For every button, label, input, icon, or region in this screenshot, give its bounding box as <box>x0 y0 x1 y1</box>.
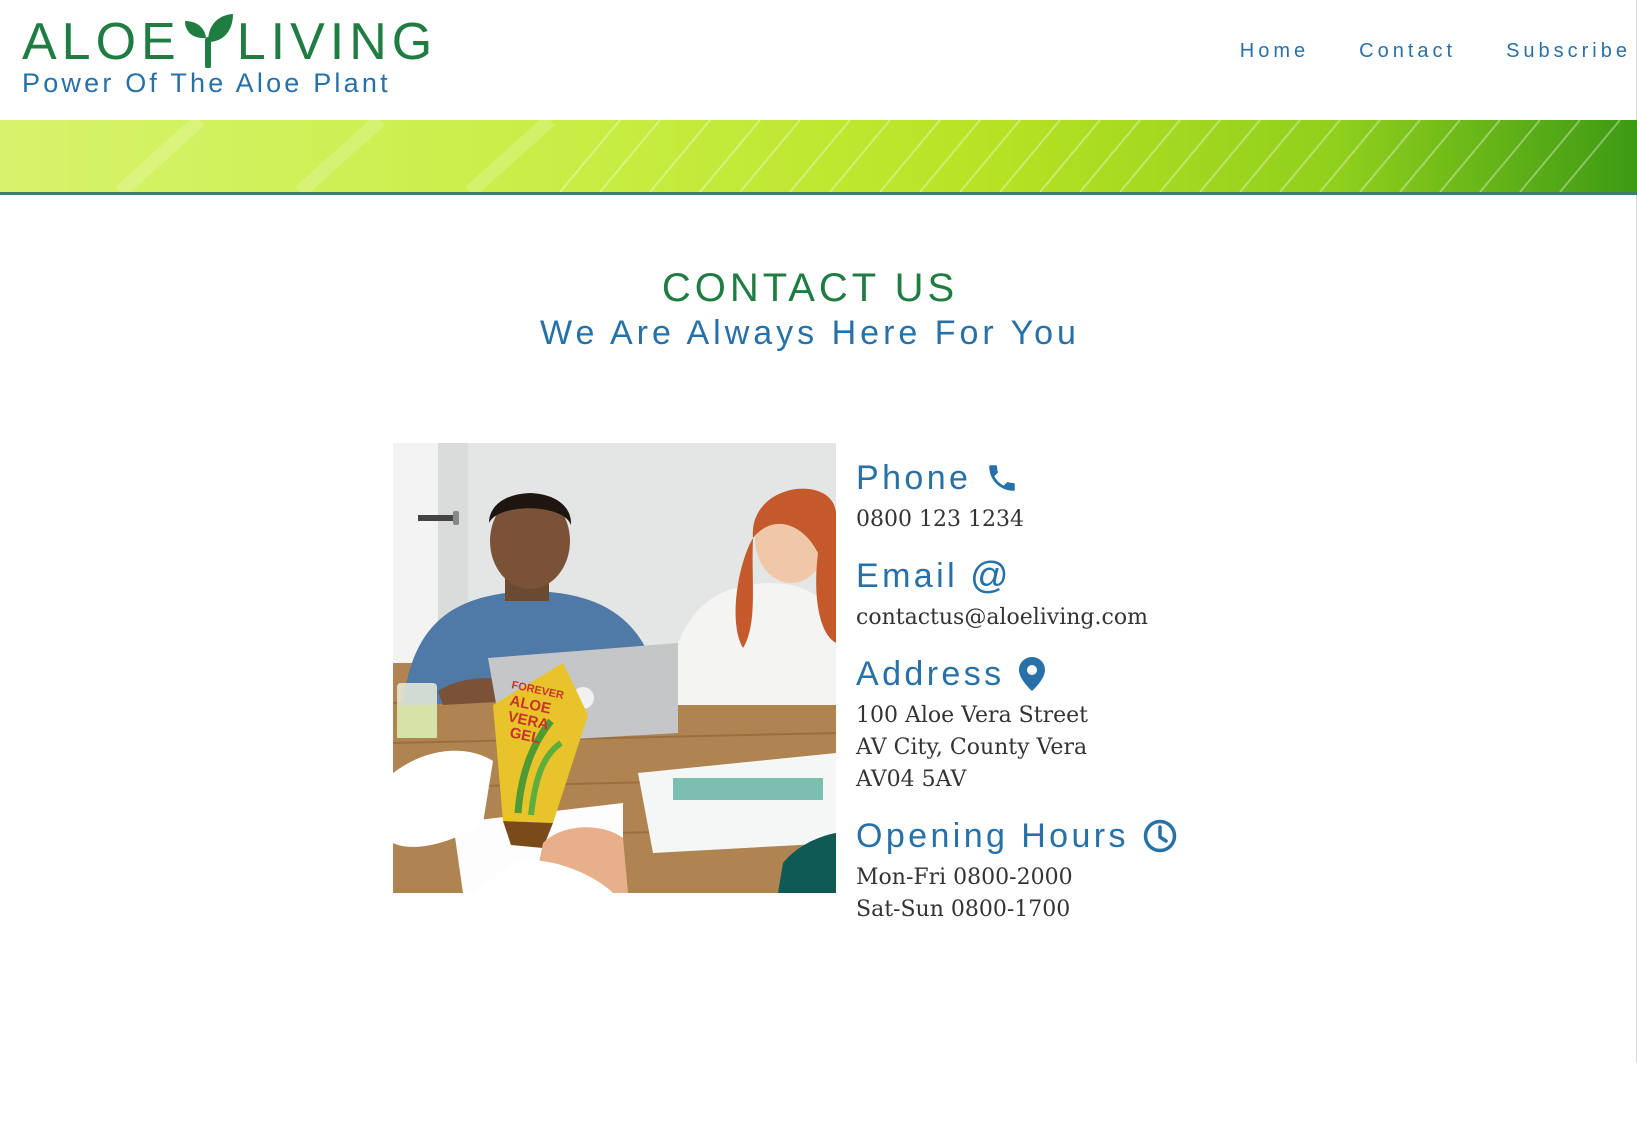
email-heading: Email @ <box>856 554 1456 598</box>
nav-contact-link[interactable]: Contact <box>1359 40 1456 63</box>
address-heading: Address <box>856 652 1456 696</box>
address-heading-label: Address <box>856 654 1005 693</box>
site-logo[interactable]: ALOE LIVING Power Of The Aloe Plant <box>22 6 442 106</box>
email-heading-label: Email <box>856 556 959 595</box>
at-sign-icon: @ <box>970 555 1013 597</box>
logo-tagline: Power Of The Aloe Plant <box>22 68 391 98</box>
address-line-3: AV04 5AV <box>856 767 967 792</box>
phone-heading-label: Phone <box>856 458 972 497</box>
hours-weekday: Mon-Fri 0800-2000 <box>856 865 1073 890</box>
nav-subscribe-link[interactable]: Subscribe <box>1506 40 1631 63</box>
sprout-icon <box>181 12 235 69</box>
page-title: CONTACT US <box>661 266 959 310</box>
hours-heading: Opening Hours <box>856 814 1456 858</box>
email-address[interactable]: contactus@aloeliving.com <box>856 602 1456 634</box>
phone-heading: Phone <box>856 456 1456 500</box>
contact-details: Phone 0800 123 1234 Email @ contactus@al… <box>856 456 1456 926</box>
address-line-2: AV City, County Vera <box>856 735 1088 760</box>
phone-icon <box>985 461 1019 495</box>
map-pin-icon <box>1018 657 1045 691</box>
hours-heading-label: Opening Hours <box>856 816 1129 855</box>
banner-bottom-border <box>0 192 1637 195</box>
main-nav: Home Contact Subscribe <box>1240 40 1631 63</box>
page-subtitle: We Are Always Here For You <box>540 314 1080 352</box>
logo-word-aloe: ALOE <box>22 13 181 71</box>
address-line-1: 100 Aloe Vera Street <box>856 703 1088 728</box>
team-meeting-photo: FOREVER ALOE VERA GEL <box>393 443 836 893</box>
aloe-leaf-banner <box>0 120 1637 192</box>
logo-wordmark: ALOE LIVING <box>22 12 437 72</box>
phone-number[interactable]: 0800 123 1234 <box>856 504 1456 536</box>
hours-weekend: Sat-Sun 0800-1700 <box>856 897 1071 922</box>
clock-icon <box>1143 819 1177 853</box>
logo-word-living: LIVING <box>236 13 438 71</box>
nav-home-link[interactable]: Home <box>1240 40 1309 63</box>
